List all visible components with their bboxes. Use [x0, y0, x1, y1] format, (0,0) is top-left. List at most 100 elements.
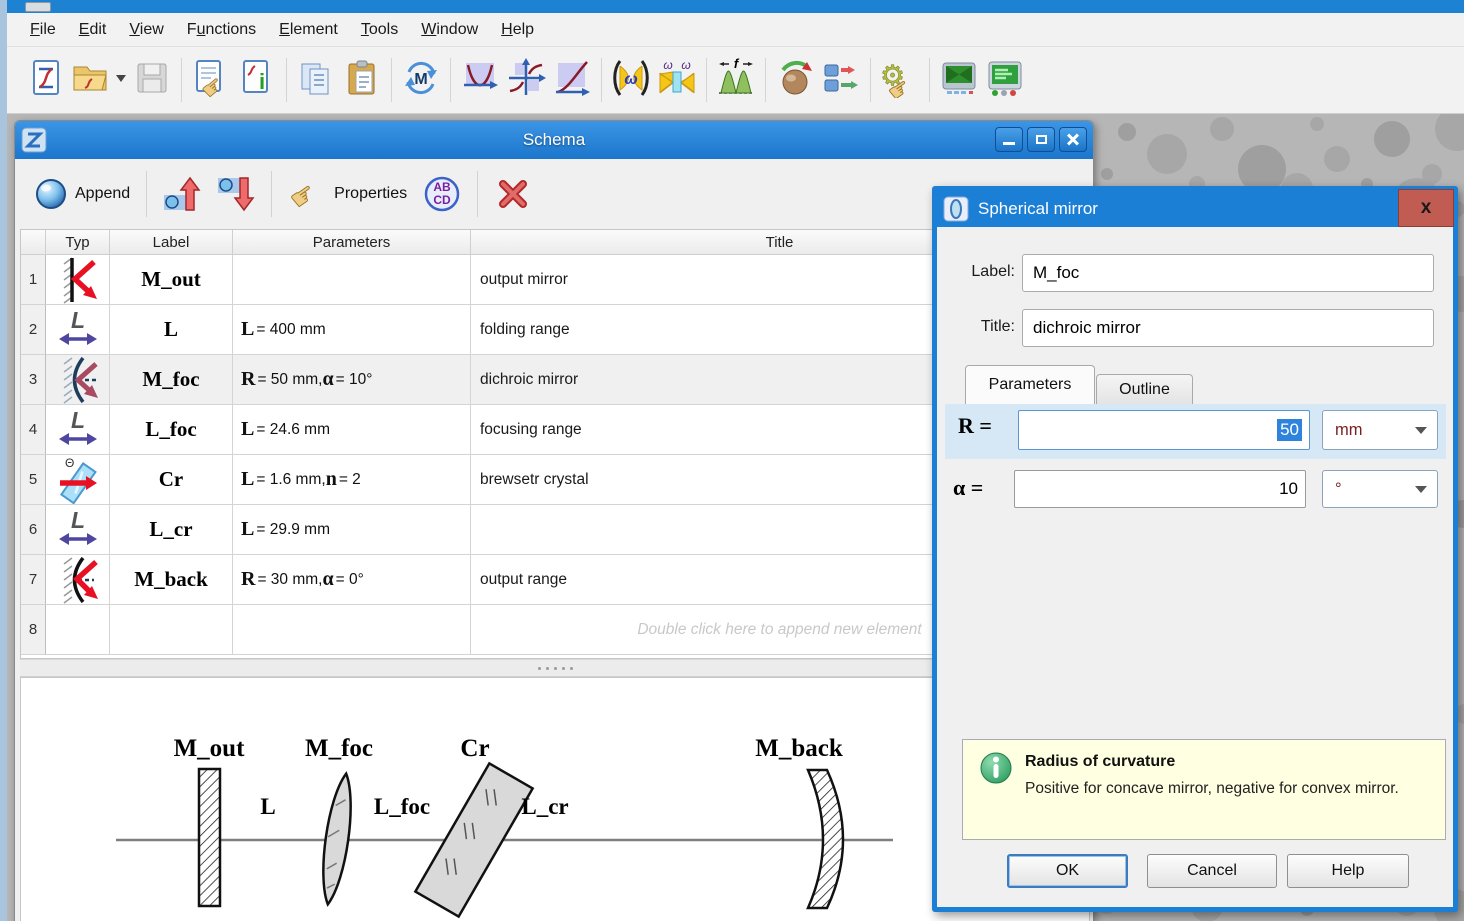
element-params: [233, 605, 471, 655]
svg-text:M: M: [414, 71, 427, 88]
abcd-matrix-button[interactable]: AB CD: [415, 171, 469, 217]
menu-item-functions[interactable]: Functions: [177, 17, 266, 43]
calculator-window-button[interactable]: [936, 56, 982, 104]
label-caption: Label:: [957, 263, 1015, 281]
main-titlebar[interactable]: [7, 0, 1464, 13]
tab-parameters[interactable]: Parameters: [965, 365, 1095, 404]
open-schema-button[interactable]: [69, 56, 129, 104]
param-alpha-input[interactable]: 10: [1014, 470, 1306, 508]
table-row[interactable]: 3M_focR = 50 mm, α = 10°dichroic mirror: [21, 355, 1089, 405]
dialog-title: Spherical mirror: [978, 199, 1098, 219]
element-label-m-out: M_out: [174, 735, 246, 762]
table-row[interactable]: 7M_backR = 30 mm, α = 0°output range: [21, 555, 1089, 605]
stability-map-icon: [460, 58, 500, 103]
row-number: 5: [21, 455, 46, 505]
param-r-unit-select[interactable]: mm: [1322, 410, 1438, 450]
dialog-close-button[interactable]: x: [1398, 189, 1454, 227]
splitter-handle[interactable]: [20, 659, 1090, 677]
svg-text:ω: ω: [681, 58, 690, 72]
minimize-icon: [1003, 142, 1015, 145]
param-alpha-name: α =: [953, 475, 983, 501]
element-matrices-button[interactable]: [818, 56, 864, 104]
main-toolbar: ☛i Mωωω f ⚙☛: [7, 47, 1464, 114]
header-typ[interactable]: Typ: [46, 230, 110, 255]
header-parameters[interactable]: Parameters: [233, 230, 471, 255]
application-window: FileEditViewFunctionsElementToolsWindowH…: [0, 0, 1464, 921]
properties-button[interactable]: ☛ Properties: [280, 171, 415, 217]
caustic-plot-button[interactable]: [549, 56, 595, 104]
svg-text:L: L: [70, 507, 84, 533]
label-input[interactable]: [1022, 254, 1434, 292]
ok-button[interactable]: OK: [1007, 854, 1128, 888]
element-label: L_cr: [110, 505, 233, 555]
menu-item-tools[interactable]: Tools: [351, 17, 408, 43]
copy-button[interactable]: [293, 56, 339, 104]
menu-item-view[interactable]: View: [119, 17, 173, 43]
adjustment-button[interactable]: ⚙☛: [877, 56, 923, 104]
round-trip-matrix-button[interactable]: M: [398, 56, 444, 104]
stability-map-button[interactable]: [457, 56, 503, 104]
edit-element-button[interactable]: ☛: [188, 56, 234, 104]
element-label-m-foc: M_foc: [305, 735, 373, 762]
table-row[interactable]: 5ΘCrL = 1.6 mm, n = 2brewsetr crystal: [21, 455, 1089, 505]
svg-text:f: f: [734, 58, 740, 71]
multirange-caustic-button[interactable]: ωω: [654, 56, 700, 104]
beam-parameters-icon: ω: [611, 58, 651, 103]
svg-text:ω: ω: [624, 71, 637, 88]
spherical-mirror-dialog: Spherical mirror x Label: Title: Paramet…: [932, 186, 1458, 912]
beam-parameters-button[interactable]: ω: [608, 56, 654, 104]
protocol-window-button[interactable]: [982, 56, 1028, 104]
element-info-button[interactable]: i: [234, 56, 280, 104]
range-icon: L: [46, 305, 110, 355]
element-matrices-icon: [821, 58, 861, 103]
maximize-button[interactable]: [1027, 127, 1055, 152]
move-up-icon: [163, 175, 201, 213]
table-body: 1M_outoutput mirror2LLL = 400 mmfolding …: [21, 255, 1089, 655]
menu-item-window[interactable]: Window: [411, 17, 488, 43]
help-button[interactable]: Help: [1287, 854, 1409, 888]
schema-titlebar[interactable]: Schema: [15, 121, 1093, 159]
adjustment-icon: ⚙☛: [880, 58, 920, 103]
move-up-button[interactable]: [155, 171, 209, 217]
crystal-icon: Θ: [46, 455, 110, 505]
paste-button[interactable]: [339, 56, 385, 104]
element-params: L = 29.9 mm: [233, 505, 471, 555]
save-schema-button[interactable]: [129, 56, 175, 104]
delete-element-button[interactable]: [486, 171, 540, 217]
caustic-plot-icon: [552, 58, 592, 103]
table-row[interactable]: 1M_outoutput mirror: [21, 255, 1089, 305]
param-alpha-unit-select[interactable]: °: [1322, 470, 1438, 508]
repetition-rate-icon: f: [716, 58, 756, 103]
row-number: 8: [21, 605, 46, 655]
stability-map-2d-button[interactable]: [503, 56, 549, 104]
menu-item-file[interactable]: File: [20, 17, 66, 43]
row-number: 7: [21, 555, 46, 605]
tab-outline[interactable]: Outline: [1096, 374, 1193, 404]
title-input[interactable]: [1022, 309, 1434, 347]
curved-mirror-red-icon: [46, 555, 110, 605]
schematic-element-m-out[interactable]: [199, 769, 220, 906]
dialog-titlebar[interactable]: Spherical mirror x: [937, 191, 1453, 227]
curved-mirror-icon: [46, 355, 110, 405]
param-r-name: R =: [958, 413, 992, 439]
move-down-button[interactable]: [209, 171, 263, 217]
param-r-input[interactable]: 50: [1018, 410, 1310, 450]
info-icon: [979, 751, 1013, 785]
table-row[interactable]: 6LL_crL = 29.9 mm: [21, 505, 1089, 555]
append-button[interactable]: Append: [27, 174, 138, 214]
table-row[interactable]: 2LLL = 400 mmfolding range: [21, 305, 1089, 355]
repetition-rate-button[interactable]: f: [713, 56, 759, 104]
table-row[interactable]: 4LL_focL = 24.6 mmfocusing range: [21, 405, 1089, 455]
protocol-window-icon: [985, 58, 1025, 103]
close-button[interactable]: [1059, 127, 1087, 152]
new-schema-button[interactable]: [23, 56, 69, 104]
header-label[interactable]: Label: [110, 230, 233, 255]
menu-item-element[interactable]: Element: [269, 17, 348, 43]
menu-item-edit[interactable]: Edit: [69, 17, 117, 43]
distance-label-l: L: [260, 794, 275, 819]
minimize-button[interactable]: [995, 127, 1023, 152]
table-row[interactable]: 8Double click here to append new element: [21, 605, 1089, 655]
gauss-beam-calculator-button[interactable]: [772, 56, 818, 104]
cancel-button[interactable]: Cancel: [1147, 854, 1277, 888]
menu-item-help[interactable]: Help: [491, 17, 544, 43]
